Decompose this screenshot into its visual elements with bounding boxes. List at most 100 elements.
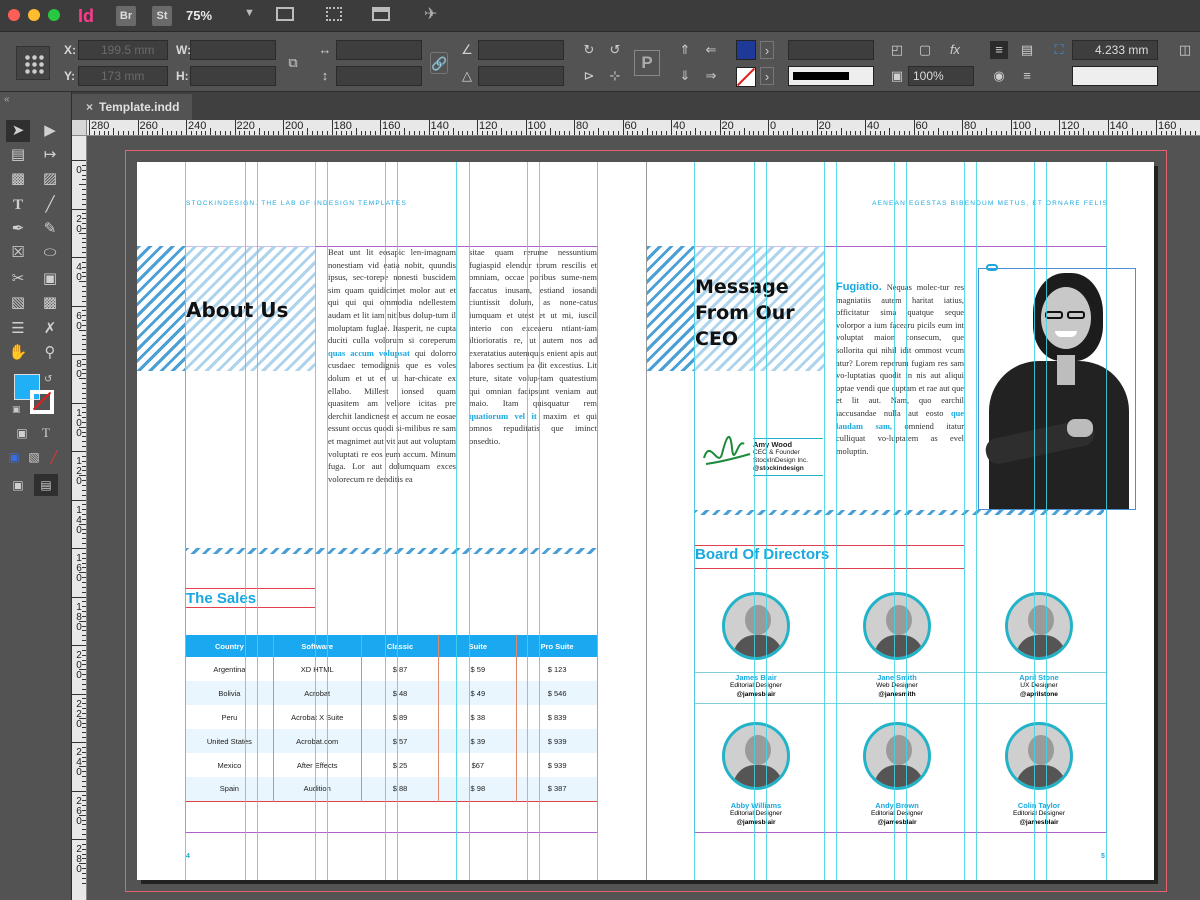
page-tool-icon[interactable]: ▤ [6, 144, 30, 166]
type-tool-icon[interactable]: T [6, 194, 30, 216]
select-previous-icon[interactable]: ⇐ [702, 41, 720, 59]
th-pro-suite: Pro Suite [516, 635, 598, 657]
vertical-ruler[interactable]: 020406080100120140160180200220240260280 [72, 136, 87, 900]
scale-x-input[interactable] [336, 40, 422, 60]
view-options-icon[interactable] [276, 7, 294, 21]
apply-none-icon[interactable]: ╱ [42, 446, 66, 468]
screen-mode-icon[interactable] [326, 7, 342, 21]
select-content-icon[interactable]: ⇓ [676, 67, 694, 85]
stroke-type-select[interactable] [788, 66, 874, 86]
hand-tool-icon[interactable]: ✋ [6, 342, 30, 364]
line-tool-icon[interactable]: ╱ [38, 194, 62, 216]
ceo-photo[interactable] [978, 268, 1136, 510]
text-wrap-jump-icon[interactable]: ≡ [1018, 67, 1036, 85]
shear-angle-icon[interactable]: △ [458, 67, 476, 85]
text-wrap-object-icon[interactable]: ◉ [990, 67, 1008, 85]
panel-menu-icon[interactable]: ◫ [1176, 41, 1194, 59]
stroke-swatch[interactable] [736, 67, 756, 87]
flip-vertical-icon[interactable]: ⊹ [606, 67, 624, 85]
y-position-input[interactable]: 173 mm [78, 66, 168, 86]
drop-shadow-icon[interactable]: ▢ [916, 41, 934, 59]
formatting-text-icon[interactable]: T [34, 422, 58, 444]
stock-button[interactable]: St [152, 6, 172, 26]
eyedropper-tool-icon[interactable]: ✗ [38, 318, 62, 340]
rotate-cw-icon[interactable]: ↻ [580, 41, 598, 59]
ruler-tick [82, 261, 86, 263]
fill-menu-icon[interactable]: › [760, 41, 774, 59]
constrain-proportions-icon[interactable]: ⧉ [284, 54, 302, 72]
rotate-angle-icon[interactable]: ∠ [458, 41, 476, 59]
director-photo-4[interactable] [722, 722, 790, 790]
ellipse-tool-icon[interactable]: ⬭ [38, 242, 62, 264]
scale-y-input[interactable] [336, 66, 422, 86]
bridge-button[interactable]: Br [116, 6, 136, 26]
auto-fit-icon[interactable]: ⛶ [1050, 41, 1068, 59]
text-wrap-none-icon[interactable]: ≡ [990, 41, 1008, 59]
rectangle-frame-tool-icon[interactable]: ☒ [6, 242, 30, 264]
ruler-origin[interactable] [72, 120, 87, 136]
arrange-documents-icon[interactable] [372, 7, 390, 21]
rotate-ccw-icon[interactable]: ↺ [606, 41, 624, 59]
content-placer-icon[interactable]: ▨ [38, 168, 62, 190]
stroke-menu-icon[interactable]: › [760, 67, 774, 85]
note-tool-icon[interactable]: ☰ [6, 318, 30, 340]
height-input[interactable] [190, 66, 276, 86]
gradient-feather-tool-icon[interactable]: ▩ [38, 292, 62, 314]
director-photo-1[interactable] [722, 592, 790, 660]
selection-tool-icon[interactable]: ➤ [6, 120, 30, 142]
director-photo-5[interactable] [863, 722, 931, 790]
frame-fitting-select[interactable] [1072, 66, 1158, 86]
formatting-container-icon[interactable]: ▣ [10, 422, 34, 444]
direct-selection-tool-icon[interactable]: ▶ [38, 120, 62, 142]
width-input[interactable] [190, 40, 276, 60]
director-photo-2[interactable] [863, 592, 931, 660]
corner-options-icon[interactable]: ◰ [888, 41, 906, 59]
swap-colors-icon[interactable]: ↺ [44, 374, 52, 385]
director-photo-6[interactable] [1005, 722, 1073, 790]
default-colors-icon[interactable]: ▣ [12, 404, 21, 415]
free-transform-tool-icon[interactable]: ▣ [38, 268, 62, 290]
scale-y-icon[interactable]: ↕ [316, 67, 334, 85]
chevron-down-icon[interactable]: ▼ [244, 7, 255, 19]
link-icon[interactable]: 🔗 [430, 52, 448, 74]
reference-point-icon[interactable] [16, 46, 50, 80]
view-mode-normal-icon[interactable]: ▣ [6, 474, 30, 496]
close-window-button[interactable] [8, 9, 20, 21]
publish-online-icon[interactable]: ✈ [424, 4, 437, 24]
collapse-panel-icon[interactable]: « [4, 94, 10, 105]
scale-x-icon[interactable]: ↔ [316, 41, 334, 59]
close-tab-icon[interactable]: × [86, 100, 93, 114]
rotation-input[interactable] [478, 40, 564, 60]
scissors-tool-icon[interactable]: ✂ [6, 268, 30, 290]
zoom-level[interactable]: 75% [186, 8, 212, 23]
zoom-tool-icon[interactable]: ⚲ [38, 342, 62, 364]
screen-mode-icon[interactable]: ▤ [34, 474, 58, 496]
gap-input[interactable]: 4.233 mm [1072, 40, 1158, 60]
stroke-color-swatch[interactable] [30, 390, 54, 414]
shear-input[interactable] [478, 66, 564, 86]
ruler-tick [641, 131, 643, 135]
pen-tool-icon[interactable]: ✒ [6, 218, 30, 240]
x-position-input[interactable]: 199.5 mm [78, 40, 168, 60]
opacity-input[interactable]: 100% [908, 66, 974, 86]
ruler-tick [82, 494, 86, 496]
effects-icon[interactable]: fx [946, 41, 964, 59]
maximize-window-button[interactable] [48, 9, 60, 21]
pencil-tool-icon[interactable]: ✎ [38, 218, 62, 240]
gap-tool-icon[interactable]: ↦ [38, 144, 62, 166]
select-container-icon[interactable]: ⇑ [676, 41, 694, 59]
flip-horizontal-icon[interactable]: ⊳ [580, 67, 598, 85]
stroke-weight-input[interactable] [788, 40, 874, 60]
text-wrap-box-icon[interactable]: ▤ [1018, 41, 1036, 59]
minimize-window-button[interactable] [28, 9, 40, 21]
director-photo-3[interactable] [1005, 592, 1073, 660]
document-tab[interactable]: × Template.indd [72, 94, 192, 120]
gradient-swatch-tool-icon[interactable]: ▧ [6, 292, 30, 314]
fill-swatch[interactable] [736, 40, 756, 60]
select-next-icon[interactable]: ⇒ [702, 67, 720, 85]
opacity-icon[interactable]: ▣ [888, 67, 906, 85]
content-collector-icon[interactable]: ▩ [6, 168, 30, 190]
ruler-tick [1078, 131, 1080, 135]
horizontal-ruler[interactable]: 280 260 240 220 200 180 160 140 120 100 80 60 40 20 0 2… [87, 120, 1200, 136]
p-reference-icon[interactable]: P [634, 50, 660, 76]
